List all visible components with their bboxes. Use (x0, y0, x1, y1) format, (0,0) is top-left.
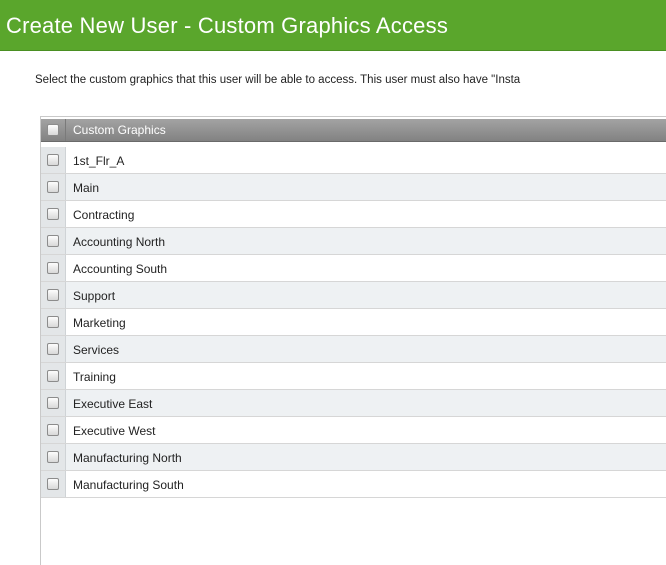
graphic-name: Contracting (73, 208, 135, 222)
row-checkbox-cell (41, 390, 66, 416)
graphic-name: Executive East (73, 397, 153, 411)
row-checkbox-cell (41, 471, 66, 497)
grid-header-row: Custom Graphics (41, 119, 666, 142)
graphic-name: Services (73, 343, 120, 357)
row-checkbox-cell (41, 282, 66, 308)
row-checkbox[interactable] (47, 478, 59, 490)
graphic-name: Accounting South (73, 262, 168, 276)
row-checkbox[interactable] (47, 208, 59, 220)
row-checkbox-cell (41, 363, 66, 389)
table-row[interactable]: Manufacturing South (41, 471, 666, 498)
graphic-name: Accounting North (73, 235, 166, 249)
dialog-title-bar: Create New User - Custom Graphics Access (0, 0, 666, 51)
graphic-name: 1st_Flr_A (73, 154, 125, 168)
row-checkbox-cell (41, 444, 66, 470)
row-checkbox-cell (41, 201, 66, 227)
select-all-checkbox[interactable] (47, 124, 59, 136)
row-checkbox-cell (41, 174, 66, 200)
row-checkbox[interactable] (47, 451, 59, 463)
graphic-name: Manufacturing North (73, 451, 182, 465)
row-checkbox-cell (41, 228, 66, 254)
table-row[interactable]: Executive East (41, 390, 666, 417)
row-checkbox[interactable] (47, 262, 59, 274)
row-checkbox[interactable] (47, 397, 59, 409)
table-row[interactable]: Accounting North (41, 228, 666, 255)
header-checkbox-cell (41, 119, 66, 141)
row-checkbox[interactable] (47, 424, 59, 436)
row-checkbox-cell (41, 255, 66, 281)
row-checkbox-cell (41, 417, 66, 443)
row-checkbox[interactable] (47, 181, 59, 193)
table-row[interactable]: Main (41, 174, 666, 201)
graphic-name: Marketing (73, 316, 126, 330)
graphic-name: Manufacturing South (73, 478, 184, 492)
table-row[interactable]: Manufacturing North (41, 444, 666, 471)
row-checkbox[interactable] (47, 343, 59, 355)
graphic-name: Training (73, 370, 116, 384)
row-checkbox[interactable] (47, 235, 59, 247)
table-row[interactable]: Marketing (41, 309, 666, 336)
row-checkbox-cell (41, 309, 66, 335)
graphic-name: Executive West (73, 424, 156, 438)
graphic-name: Support (73, 289, 116, 303)
row-checkbox-cell (41, 336, 66, 362)
row-checkbox[interactable] (47, 370, 59, 382)
row-checkbox[interactable] (47, 316, 59, 328)
column-header-custom-graphics[interactable]: Custom Graphics (73, 123, 166, 137)
graphic-name: Main (73, 181, 100, 195)
instructions-text: Select the custom graphics that this use… (35, 74, 521, 86)
dialog-title: Create New User - Custom Graphics Access (6, 13, 449, 38)
row-checkbox[interactable] (47, 154, 59, 166)
table-row[interactable]: Training (41, 363, 666, 390)
custom-graphics-grid: Custom Graphics 1st_Flr_A Main Contracti… (40, 116, 666, 565)
row-checkbox[interactable] (47, 289, 59, 301)
table-row[interactable]: Accounting South (41, 255, 666, 282)
row-checkbox-cell (41, 147, 66, 173)
table-row[interactable]: Services (41, 336, 666, 363)
table-row[interactable]: 1st_Flr_A (41, 147, 666, 174)
table-row[interactable]: Support (41, 282, 666, 309)
table-row[interactable]: Contracting (41, 201, 666, 228)
table-row[interactable]: Executive West (41, 417, 666, 444)
